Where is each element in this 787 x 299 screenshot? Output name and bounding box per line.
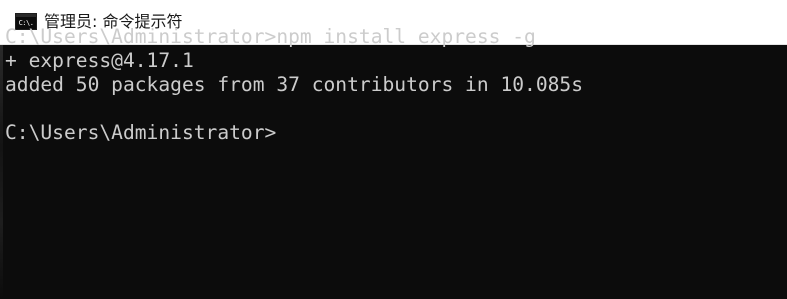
command-prompt-window: C:\. 管理员: 命令提示符 C:\Users\Administrator>n… [0, 0, 787, 299]
console-prompt[interactable]: C:\Users\Administrator> [5, 121, 276, 145]
window-left-edge [0, 45, 3, 299]
console-line-installed: + express@4.17.1 [5, 49, 194, 72]
console-line-command: C:\Users\Administrator>npm install expre… [5, 25, 536, 48]
console-line-summary: added 50 packages from 37 contributors i… [5, 73, 584, 96]
